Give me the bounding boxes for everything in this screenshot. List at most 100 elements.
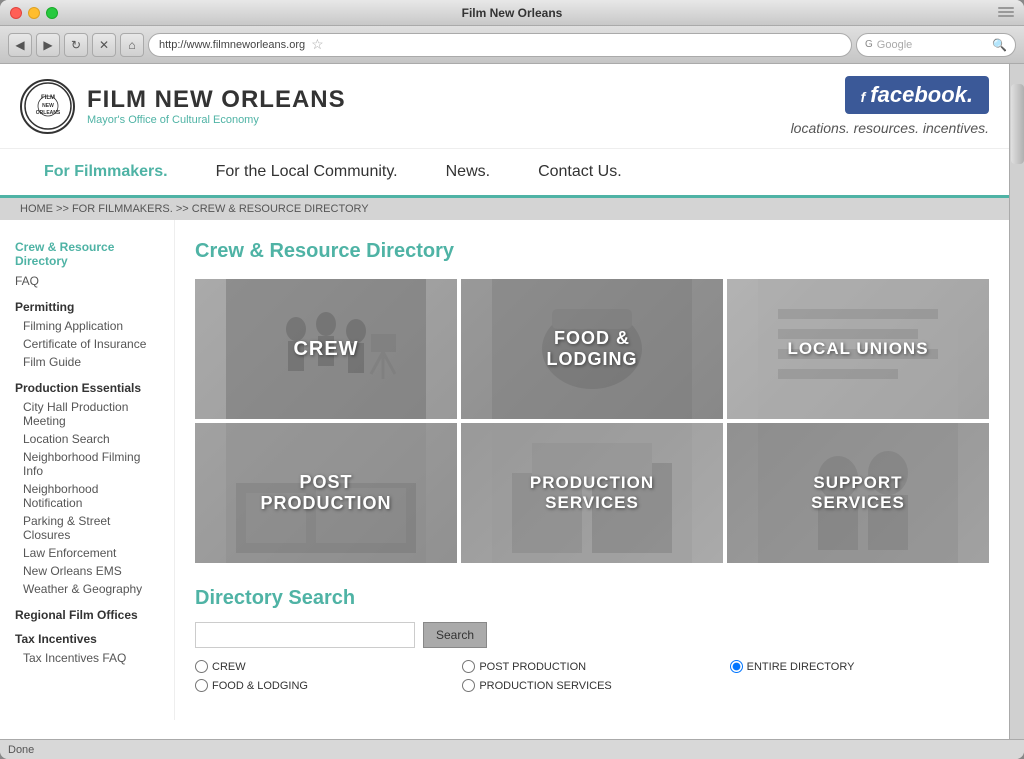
window-title: Film New Orleans: [462, 6, 563, 20]
sidebar-category-regional: Regional Film Offices: [15, 608, 159, 622]
food-label: FOOD &LODGING: [461, 279, 723, 419]
page-title: Crew & Resource Directory: [195, 240, 989, 263]
radio-entire-input[interactable]: [730, 660, 743, 673]
post-label: POSTPRODUCTION: [195, 423, 457, 563]
grid-item-food[interactable]: FOOD &LODGING: [461, 279, 723, 419]
scrollbar[interactable]: [1009, 64, 1024, 739]
main-nav: For Filmmakers. For the Local Community.…: [0, 149, 1009, 198]
radio-crew-label: CREW: [212, 661, 246, 673]
nav-filmmakers[interactable]: For Filmmakers.: [20, 149, 192, 195]
sidebar-item-law[interactable]: Law Enforcement: [23, 544, 159, 562]
sidebar-item-film-guide[interactable]: Film Guide: [23, 353, 159, 371]
browser-window: Film New Orleans ◀ ▶ ↻ ✕ ⌂ http://www.fi…: [0, 0, 1024, 759]
site-logo: FILM NEW ORLEANS: [20, 79, 75, 134]
traffic-lights: [10, 7, 58, 19]
grid-item-crew[interactable]: CREW: [195, 279, 457, 419]
sidebar-item-neighborhood-notification[interactable]: Neighborhood Notification: [23, 480, 159, 512]
grid-item-support[interactable]: SUPPORTSERVICES: [727, 423, 989, 563]
sidebar-item-city-hall[interactable]: City Hall Production Meeting: [23, 398, 159, 430]
directory-search-input[interactable]: [195, 622, 415, 648]
url-text: http://www.filmneworleans.org: [159, 39, 305, 51]
bookmark-icon[interactable]: ☆: [311, 36, 324, 53]
radio-food-input[interactable]: [195, 679, 208, 692]
site-header: FILM NEW ORLEANS FILM NEW ORLEANS Mayor'…: [0, 64, 1009, 149]
stop-button[interactable]: ✕: [92, 33, 116, 57]
sidebar-item-parking[interactable]: Parking & Street Closures: [23, 512, 159, 544]
radio-post[interactable]: POST PRODUCTION: [462, 660, 721, 673]
directory-search-title: Directory Search: [195, 587, 989, 610]
browser-search-input[interactable]: Google: [877, 39, 988, 51]
browser-toolbar: ◀ ▶ ↻ ✕ ⌂ http://www.filmneworleans.org …: [0, 26, 1024, 64]
sidebar-item-insurance[interactable]: Certificate of Insurance: [23, 335, 159, 353]
browser-search-bar[interactable]: G Google 🔍: [856, 33, 1016, 57]
unions-label: LOCAL UNIONS: [727, 279, 989, 419]
facebook-button[interactable]: f facebook.: [845, 76, 989, 114]
radio-prodservices-label: PRODUCTION SERVICES: [479, 680, 611, 692]
site-name: FILM NEW ORLEANS: [87, 86, 346, 114]
radio-entire-label: ENTIRE DIRECTORY: [747, 661, 855, 673]
logo-area: FILM NEW ORLEANS FILM NEW ORLEANS Mayor'…: [20, 79, 346, 134]
status-bar: Done: [0, 739, 1024, 759]
radio-group: CREW POST PRODUCTION ENTIRE DIRECTORY: [195, 660, 989, 692]
scroll-thumb[interactable]: [1011, 84, 1024, 164]
radio-post-label: POST PRODUCTION: [479, 661, 586, 673]
content-area: Crew & Resource Directory FAQ Permitting…: [0, 220, 1009, 720]
page-scroll[interactable]: FILM NEW ORLEANS FILM NEW ORLEANS Mayor'…: [0, 64, 1009, 739]
sidebar-category-tax: Tax Incentives: [15, 632, 159, 646]
sidebar-active-item: Crew & Resource Directory: [15, 240, 159, 268]
svg-text:NEW: NEW: [42, 103, 54, 109]
grid-item-production[interactable]: PRODUCTIONSERVICES: [461, 423, 723, 563]
sidebar-category-permitting: Permitting: [15, 300, 159, 314]
grid-item-post[interactable]: POSTPRODUCTION: [195, 423, 457, 563]
browser-search-icon[interactable]: 🔍: [992, 38, 1007, 52]
sidebar-item-neighborhood-info[interactable]: Neighborhood Filming Info: [23, 448, 159, 480]
breadcrumb: HOME >> FOR FILMMAKERS. >> CREW & RESOUR…: [0, 198, 1009, 220]
facebook-label: facebook.: [870, 82, 973, 107]
title-bar: Film New Orleans: [0, 0, 1024, 26]
nav-contact[interactable]: Contact Us.: [514, 149, 646, 195]
site-tagline: locations. resources. incentives.: [791, 120, 989, 136]
resize-icon: [998, 7, 1014, 19]
logo-text: FILM NEW ORLEANS Mayor's Office of Cultu…: [87, 86, 346, 126]
radio-food[interactable]: FOOD & LODGING: [195, 679, 454, 692]
sidebar-item-tax-faq[interactable]: Tax Incentives FAQ: [23, 649, 159, 667]
radio-prodservices[interactable]: PRODUCTION SERVICES: [462, 679, 721, 692]
sidebar-item-filming-app[interactable]: Filming Application: [23, 317, 159, 335]
support-label: SUPPORTSERVICES: [727, 423, 989, 563]
refresh-button[interactable]: ↻: [64, 33, 88, 57]
sidebar-item-location-search[interactable]: Location Search: [23, 430, 159, 448]
sidebar-item-faq[interactable]: FAQ: [15, 272, 159, 290]
sidebar-item-ems[interactable]: New Orleans EMS: [23, 562, 159, 580]
home-button[interactable]: ⌂: [120, 33, 144, 57]
site-subtitle: Mayor's Office of Cultural Economy: [87, 114, 346, 126]
radio-crew[interactable]: CREW: [195, 660, 454, 673]
sidebar-tax-group: Tax Incentives FAQ: [15, 649, 159, 667]
maximize-button[interactable]: [46, 7, 58, 19]
sidebar-item-weather[interactable]: Weather & Geography: [23, 580, 159, 598]
back-button[interactable]: ◀: [8, 33, 32, 57]
radio-crew-input[interactable]: [195, 660, 208, 673]
sidebar-category-production: Production Essentials: [15, 381, 159, 395]
status-text: Done: [8, 744, 34, 756]
sidebar-production-group: City Hall Production Meeting Location Se…: [15, 398, 159, 598]
search-button[interactable]: Search: [423, 622, 487, 648]
forward-button[interactable]: ▶: [36, 33, 60, 57]
grid-item-unions[interactable]: LOCAL UNIONS: [727, 279, 989, 419]
address-bar[interactable]: http://www.filmneworleans.org ☆: [148, 33, 852, 57]
radio-entire[interactable]: ENTIRE DIRECTORY: [730, 660, 989, 673]
breadcrumb-text: HOME >> FOR FILMMAKERS. >> CREW & RESOUR…: [20, 203, 369, 215]
browser-content: FILM NEW ORLEANS FILM NEW ORLEANS Mayor'…: [0, 64, 1024, 739]
production-label: PRODUCTIONSERVICES: [461, 423, 723, 563]
search-form: Search: [195, 622, 989, 648]
nav-community[interactable]: For the Local Community.: [192, 149, 422, 195]
search-engine-label: G: [865, 39, 873, 50]
nav-news[interactable]: News.: [422, 149, 514, 195]
close-button[interactable]: [10, 7, 22, 19]
main-content: Crew & Resource Directory: [175, 220, 1009, 720]
facebook-icon: f: [861, 89, 866, 105]
radio-prodservices-input[interactable]: [462, 679, 475, 692]
crew-label: CREW: [195, 279, 457, 419]
category-grid: CREW FOOD &LODGING: [195, 279, 989, 563]
minimize-button[interactable]: [28, 7, 40, 19]
radio-post-input[interactable]: [462, 660, 475, 673]
